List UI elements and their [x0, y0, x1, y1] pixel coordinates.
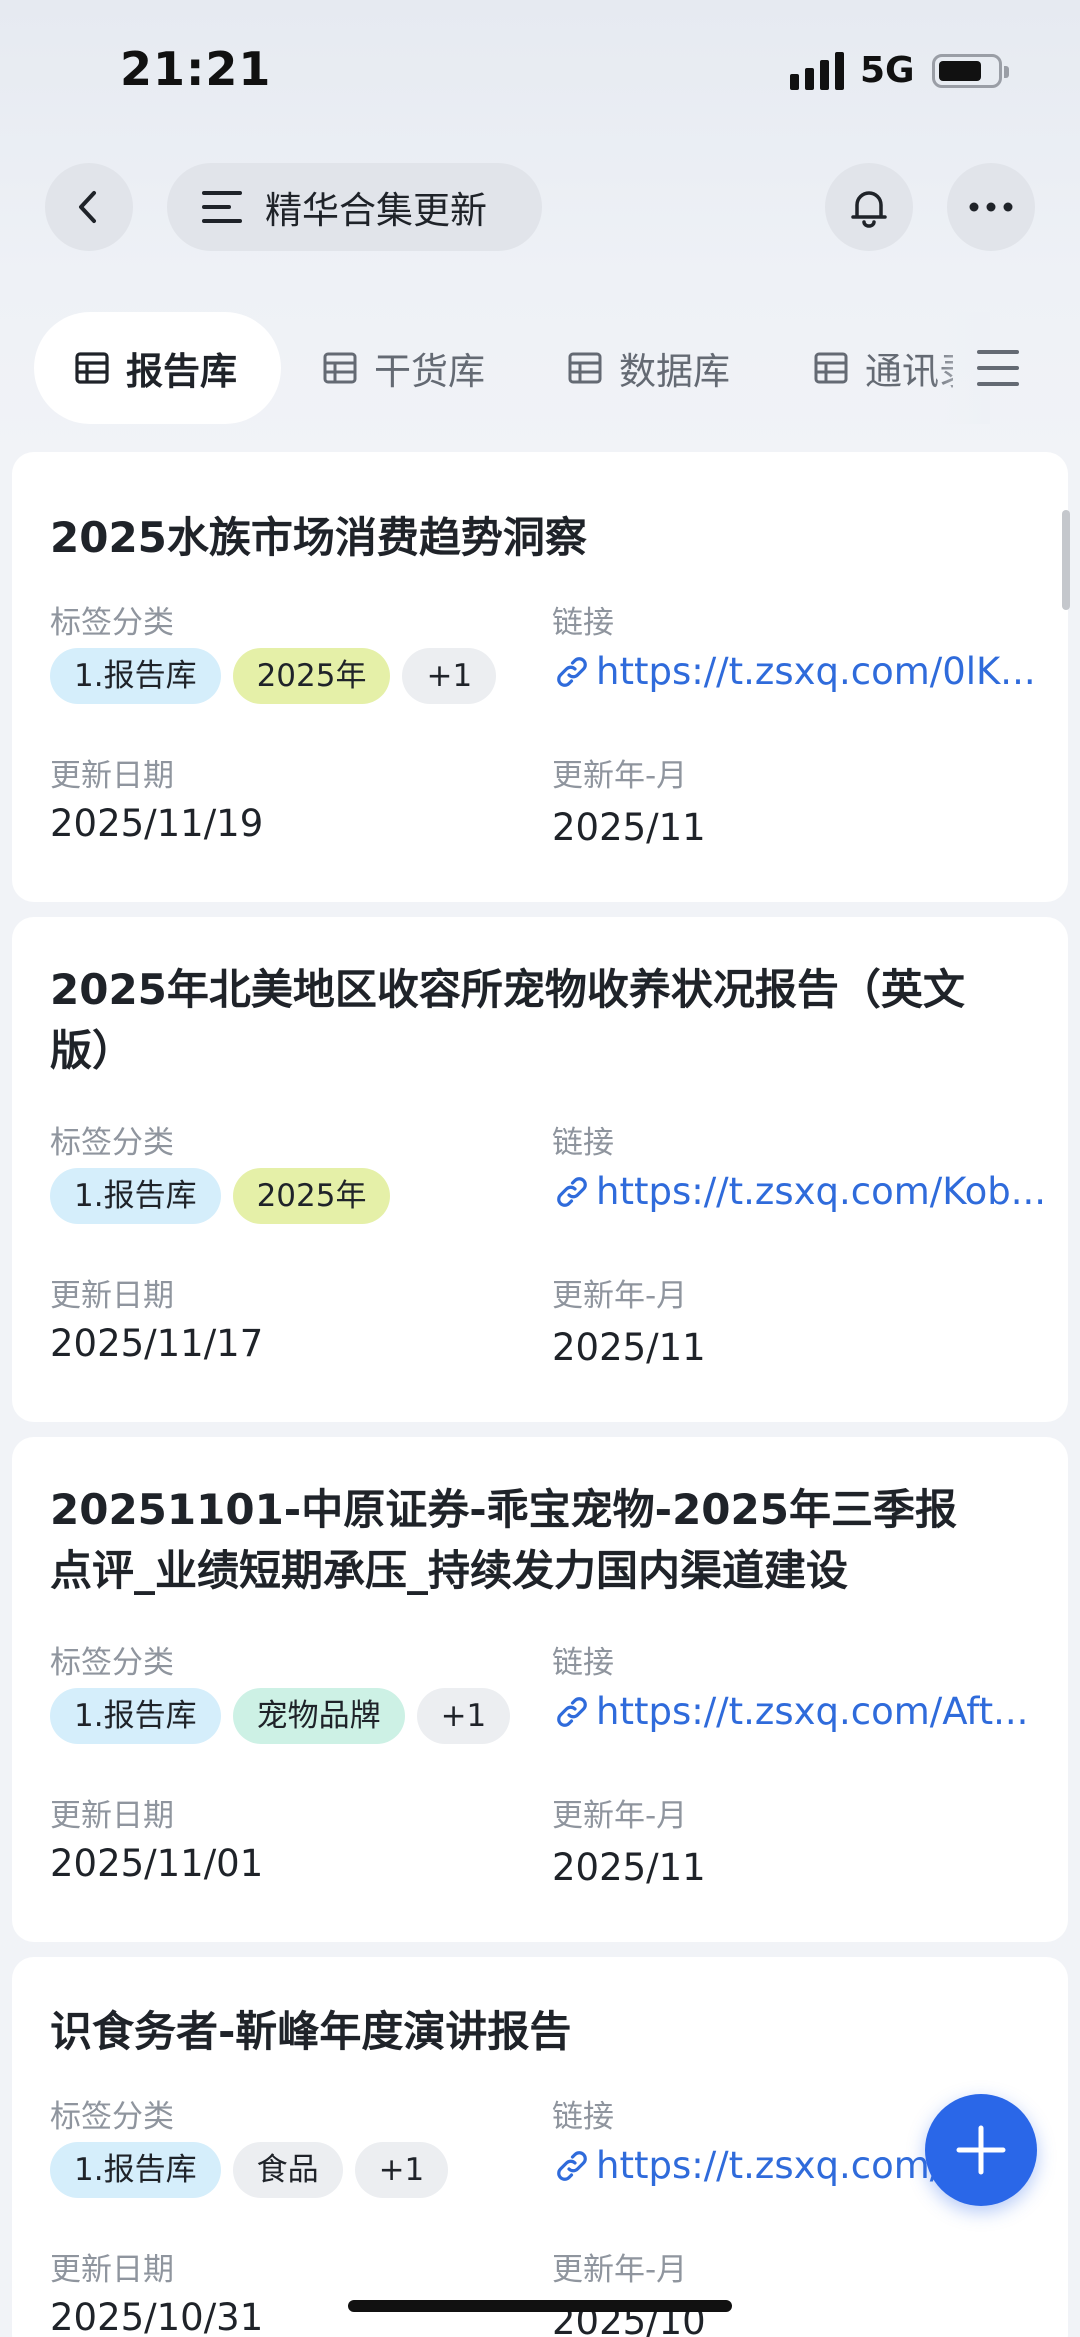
record-title: 2025水族市场消费趋势洞察: [50, 513, 587, 562]
record-title: 识食务者-靳峰年度演讲报告: [50, 2007, 572, 2056]
tag-more-count[interactable]: +1: [416, 1688, 511, 1744]
tab-database[interactable]: 数据库: [567, 312, 730, 424]
update-date-label: 更新日期: [50, 1278, 174, 1314]
tag-list: 1.报告库 食品 +1: [50, 2142, 449, 2198]
update-date-value: 2025/10/31: [50, 2296, 264, 2337]
view-title-selector[interactable]: 精华合集更新: [167, 163, 542, 251]
tag-more-count[interactable]: +1: [354, 2142, 449, 2198]
record-card[interactable]: 2025水族市场消费趋势洞察 标签分类 链接 1.报告库 2025年 +1 ht…: [12, 452, 1068, 902]
notification-button[interactable]: [825, 163, 913, 251]
tag-more-count[interactable]: +1: [402, 648, 497, 704]
link-label: 链接: [552, 2099, 614, 2135]
tags-label: 标签分类: [50, 605, 174, 641]
link-text: https://t.zsxq.com/Aft...: [596, 1690, 1029, 1733]
update-month-label: 更新年-月: [552, 1798, 688, 1834]
record-card[interactable]: 2025年北美地区收容所宠物收养状况报告（英文版） 标签分类 链接 1.报告库 …: [12, 917, 1068, 1422]
update-date-value: 2025/11/17: [50, 1322, 264, 1365]
tag: 1.报告库: [50, 2142, 221, 2198]
link-icon: [557, 2150, 587, 2181]
link-icon: [557, 656, 587, 687]
scrollbar-thumb[interactable]: [1062, 510, 1070, 610]
table-icon: [814, 352, 848, 384]
record-link[interactable]: https://t.zsxq.com/0lK...: [552, 650, 1052, 693]
record-card[interactable]: 20251101-中原证券-乖宝宠物-2025年三季报点评_业绩短期承压_持续发…: [12, 1437, 1068, 1942]
tab-label: 报告库: [126, 350, 237, 393]
add-record-button[interactable]: [925, 2094, 1037, 2206]
link-label: 链接: [552, 1645, 614, 1681]
link-icon: [557, 1176, 587, 1207]
table-icon: [75, 352, 109, 384]
tag: 2025年: [232, 648, 391, 704]
tags-label: 标签分类: [50, 1125, 174, 1161]
view-title: 精华合集更新: [265, 189, 487, 232]
tag-list: 1.报告库 宠物品牌 +1: [50, 1688, 511, 1744]
table-icon: [323, 352, 357, 384]
more-horizontal-icon: [969, 202, 1013, 212]
plus-icon: [956, 2125, 1006, 2175]
tag: 食品: [232, 2142, 343, 2198]
list-menu-icon: [202, 191, 242, 223]
status-bar: 21:21 5G: [0, 0, 1080, 140]
tag-list: 1.报告库 2025年: [50, 1168, 391, 1224]
bell-icon: [851, 191, 887, 228]
tags-label: 标签分类: [50, 2099, 174, 2135]
tag: 1.报告库: [50, 1688, 221, 1744]
network-type: 5G: [860, 50, 915, 91]
record-card[interactable]: 识食务者-靳峰年度演讲报告 标签分类 链接 1.报告库 食品 +1 https:…: [12, 1957, 1068, 2337]
tab-report-library[interactable]: 报告库: [34, 312, 281, 424]
tag: 2025年: [232, 1168, 391, 1224]
record-title: 20251101-中原证券-乖宝宠物-2025年三季报点评_业绩短期承压_持续发…: [50, 1485, 957, 1595]
more-options-button[interactable]: [947, 163, 1035, 251]
table-icon: [568, 352, 602, 384]
home-indicator[interactable]: [348, 2300, 732, 2312]
tag: 1.报告库: [50, 648, 221, 704]
back-button[interactable]: [45, 163, 133, 251]
update-month-label: 更新年-月: [552, 1278, 688, 1314]
record-link[interactable]: https://t.zsxq.com/Kob...: [552, 1170, 1052, 1213]
chevron-left-icon: [79, 191, 96, 223]
status-time: 21:21: [120, 42, 272, 96]
update-date-value: 2025/11/19: [50, 802, 264, 845]
link-text: https://t.zsxq.com/0lK...: [596, 650, 1036, 693]
update-date-label: 更新日期: [50, 758, 174, 794]
update-month-label: 更新年-月: [552, 758, 688, 794]
update-month-label: 更新年-月: [552, 2252, 688, 2288]
tab-practical-library[interactable]: 干货库: [322, 312, 485, 424]
record-title: 2025年北美地区收容所宠物收养状况报告（英文版）: [50, 965, 965, 1075]
tab-label: 数据库: [619, 350, 730, 393]
tab-list-button[interactable]: [975, 346, 1023, 390]
update-date-label: 更新日期: [50, 1798, 174, 1834]
battery-icon: [932, 54, 1009, 88]
tab-label: 干货库: [374, 350, 485, 393]
tag: 宠物品牌: [232, 1688, 405, 1744]
update-date-value: 2025/11/01: [50, 1842, 264, 1885]
record-link[interactable]: https://t.zsxq.com/Aft...: [552, 1690, 1052, 1733]
view-tabs: 报告库 干货库 数据库 通讯录: [0, 312, 1080, 424]
tags-label: 标签分类: [50, 1645, 174, 1681]
link-text: https://t.zsxq.com/Kob...: [596, 1170, 1047, 1213]
update-date-label: 更新日期: [50, 2252, 174, 2288]
tag: 1.报告库: [50, 1168, 221, 1224]
link-icon: [557, 1696, 587, 1727]
menu-icon: [977, 350, 1019, 354]
link-text: https://t.zsxq.com/: [596, 2144, 943, 2187]
cellular-signal-icon: [790, 52, 846, 90]
update-month-value: 2025/11: [552, 1846, 706, 1889]
update-month-value: 2025/11: [552, 806, 706, 849]
tag-list: 1.报告库 2025年 +1: [50, 648, 497, 704]
link-label: 链接: [552, 605, 614, 641]
update-month-value: 2025/11: [552, 1326, 706, 1369]
link-label: 链接: [552, 1125, 614, 1161]
